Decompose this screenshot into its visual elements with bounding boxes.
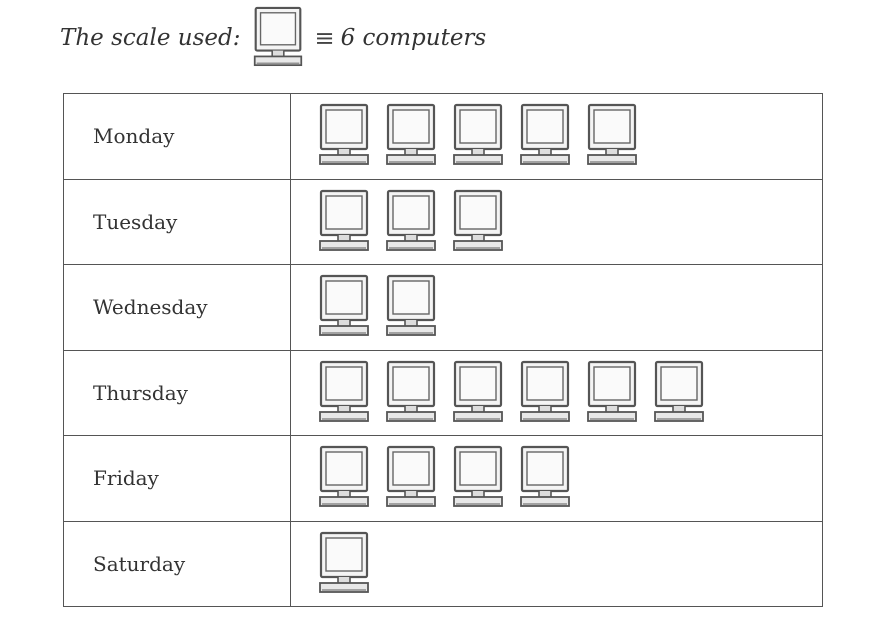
icon-cell — [290, 349, 823, 436]
icon-cell — [290, 520, 823, 607]
scale-legend: The scale used: ≡ 6 computers — [60, 6, 486, 70]
icon-row — [316, 360, 822, 426]
table-row: Friday — [63, 435, 823, 522]
computer-icon — [319, 531, 369, 593]
computer-icon — [386, 189, 436, 251]
equivalence-symbol: ≡ — [314, 24, 335, 52]
computer-icon — [587, 360, 637, 422]
icon-cell — [290, 178, 823, 265]
computer-icon — [319, 446, 369, 508]
day-label: Monday — [63, 93, 291, 180]
computer-icon — [319, 275, 369, 337]
computer-icon — [386, 446, 436, 508]
table-row: Tuesday — [63, 178, 823, 265]
icon-cell — [290, 264, 823, 351]
computer-icon — [453, 446, 503, 508]
day-label: Wednesday — [63, 264, 291, 351]
table-row: Wednesday — [63, 264, 823, 351]
icon-row — [316, 103, 822, 169]
table-row: Thursday — [63, 349, 823, 436]
table-row: Saturday — [63, 520, 823, 607]
computer-icon — [386, 360, 436, 422]
computer-icon — [319, 104, 369, 166]
table-row: Monday — [63, 93, 823, 180]
computer-icon — [319, 360, 369, 422]
icon-row — [316, 189, 822, 255]
day-label: Tuesday — [63, 178, 291, 265]
computer-icon — [520, 360, 570, 422]
icon-cell — [290, 93, 823, 180]
icon-row — [316, 274, 822, 340]
computer-icon — [453, 104, 503, 166]
icon-row — [316, 445, 822, 511]
icon-row — [316, 531, 822, 597]
computer-icon — [453, 360, 503, 422]
computer-icon — [453, 189, 503, 251]
pictograph-table: Monday Tuesday Wednesday Thursday Friday… — [63, 93, 823, 607]
day-label: Saturday — [63, 520, 291, 607]
computer-icon — [654, 360, 704, 422]
day-label: Friday — [63, 435, 291, 522]
scale-value: 6 computers — [340, 25, 487, 51]
computer-icon — [520, 104, 570, 166]
day-label: Thursday — [63, 349, 291, 436]
computer-icon — [386, 275, 436, 337]
scale-label: The scale used: — [60, 25, 241, 51]
computer-icon — [386, 104, 436, 166]
computer-icon — [587, 104, 637, 166]
computer-icon — [520, 446, 570, 508]
computer-icon — [254, 6, 303, 67]
computer-icon — [319, 189, 369, 251]
icon-cell — [290, 435, 823, 522]
